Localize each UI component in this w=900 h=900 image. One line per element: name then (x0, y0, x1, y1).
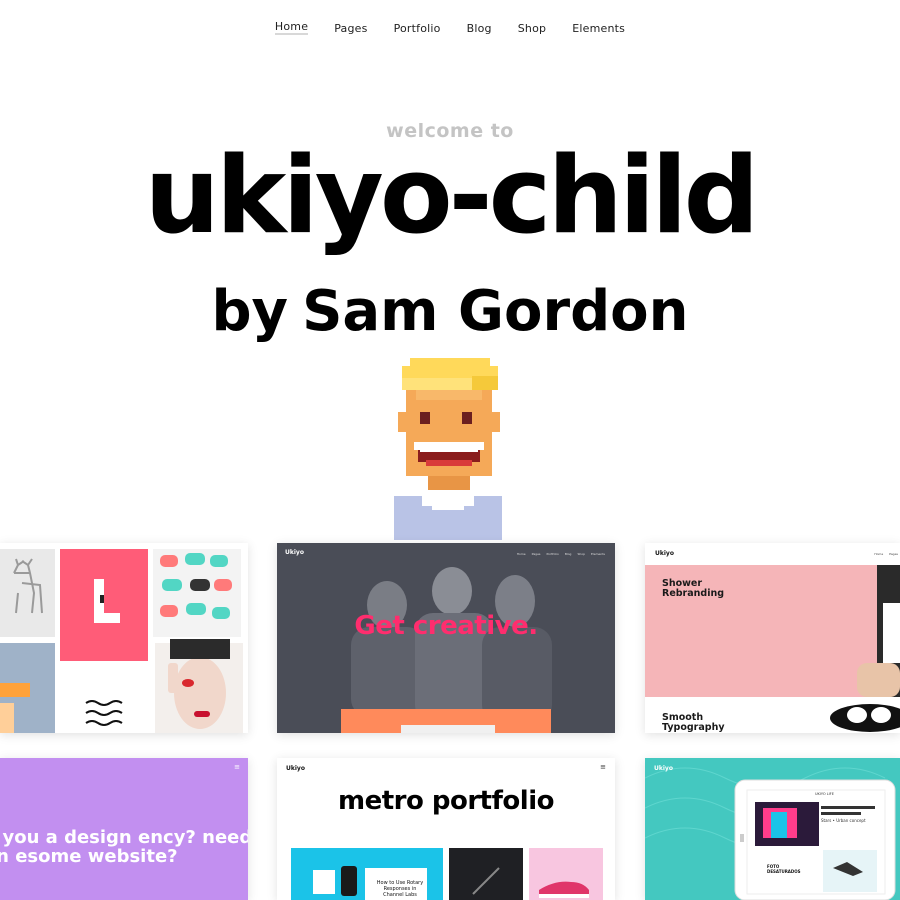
preview-tablet[interactable]: Ukiyo UKIYO LIFE Stars • Urban concept F… (645, 758, 900, 900)
preview-get-creative[interactable]: Ukiyo Home Pages Portfolio Blog Shop Ele… (277, 543, 615, 733)
main-nav: Home Pages Portfolio Blog Shop Elements (0, 0, 900, 56)
caption: FOTO DESATURADOS (767, 864, 801, 874)
nav-elements[interactable]: Elements (572, 22, 625, 35)
pixel-avatar-icon (394, 358, 502, 540)
tile-title: How to Use Rotary Responses in Channel L… (376, 880, 424, 898)
site-title: ukiyo-child (144, 134, 759, 257)
logo-creative: Ukiyo (285, 549, 304, 556)
logo-shower: Ukiyo (655, 550, 674, 557)
byline-prefix: by (211, 279, 289, 344)
mini-nav-item: Home (874, 552, 884, 556)
preview-collage[interactable] (0, 543, 248, 733)
nav-shop[interactable]: Shop (518, 22, 546, 35)
mini-nav-item: Home (516, 552, 526, 556)
preview-agency[interactable]: ≡ e you a design ency? need an esome web… (0, 758, 248, 900)
shower-headline: Shower Rebranding (662, 578, 725, 599)
mini-nav-item: Blog (564, 552, 572, 556)
byline: by Sam Gordon (0, 272, 900, 352)
creative-headline: Get creative. (354, 611, 538, 641)
mini-nav-item: Pages (531, 552, 541, 556)
mini-nav-shower: Home Pages (874, 552, 898, 556)
agency-headline: e you a design ency? need an esome websi… (0, 827, 248, 867)
menu-icon[interactable]: ≡ (600, 763, 606, 771)
smooth-typography: Smooth Typography (662, 712, 725, 733)
nav-pages[interactable]: Pages (334, 22, 367, 35)
nav-home[interactable]: Home (274, 21, 309, 35)
device-header: UKIYO LIFE (815, 792, 834, 796)
bottle-photo (645, 543, 900, 733)
nav-blog[interactable]: Blog (467, 22, 492, 35)
mini-nav-creative: Home Pages Portfolio Blog Shop Elements (517, 552, 605, 556)
mini-nav-item: Shop (577, 552, 586, 556)
menu-icon[interactable]: ≡ (234, 763, 240, 771)
logo-metro: Ukiyo (286, 765, 305, 772)
preview-shower-rebranding[interactable]: Ukiyo Home Pages Shower Rebranding Smoot… (645, 543, 900, 733)
author-name: Sam Gordon (302, 279, 689, 344)
logo-tablet: Ukiyo (654, 765, 673, 772)
mini-nav-item: Elements (591, 552, 605, 556)
tablet-mockup (645, 758, 900, 900)
metro-tiles (291, 848, 603, 900)
metro-headline: metro portfolio (338, 786, 554, 816)
nav-portfolio[interactable]: Portfolio (394, 22, 441, 35)
mini-nav-item: Pages (889, 552, 898, 556)
mini-nav-item: Portfolio (546, 552, 559, 556)
collage-graphic (0, 543, 248, 733)
preview-metro-portfolio[interactable]: Ukiyo ≡ metro portfolio How to Use Rotar… (277, 758, 615, 900)
slide-title: Stars • Urban concept (821, 818, 866, 823)
